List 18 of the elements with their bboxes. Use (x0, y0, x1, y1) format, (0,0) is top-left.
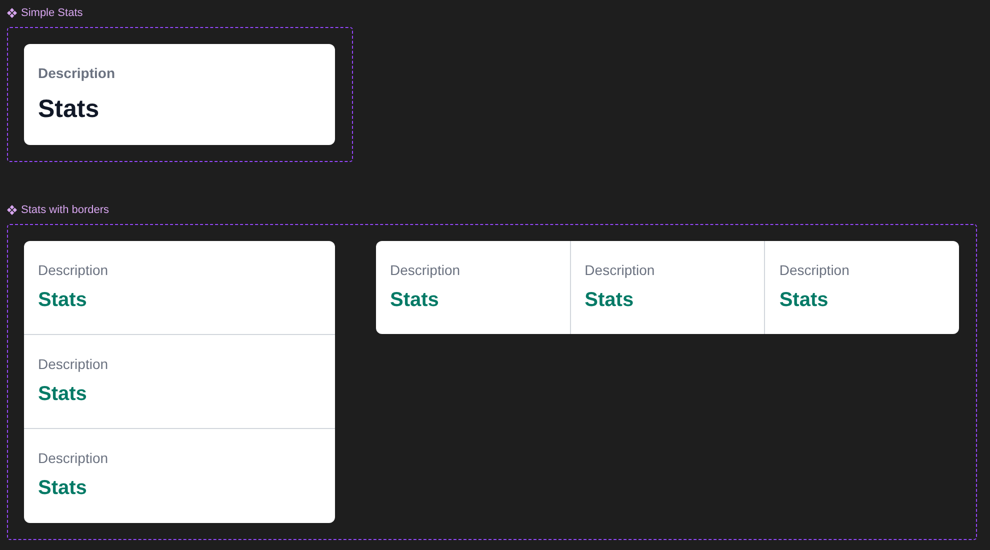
component-icon (7, 205, 17, 215)
stat-description: Description (38, 261, 110, 280)
component-icon (7, 8, 17, 18)
stat-value: Stats (390, 288, 440, 313)
section-label: Simple Stats (21, 6, 83, 20)
stat-description: Description (38, 64, 116, 83)
stat-value: Stats (779, 288, 830, 313)
stat-description: Description (390, 261, 462, 280)
stat-description: Description (38, 355, 110, 374)
stat-value: Stats (38, 288, 88, 313)
stat-description: Description (779, 261, 850, 280)
stat-description: Description (38, 449, 110, 468)
stat-value: Stats (38, 94, 100, 125)
stat-value: Stats (584, 288, 635, 313)
stat-value: Stats (38, 382, 88, 407)
stat-value: Stats (38, 476, 88, 501)
section-label: Stats with borders (21, 203, 110, 217)
stat-description: Description (584, 261, 656, 280)
